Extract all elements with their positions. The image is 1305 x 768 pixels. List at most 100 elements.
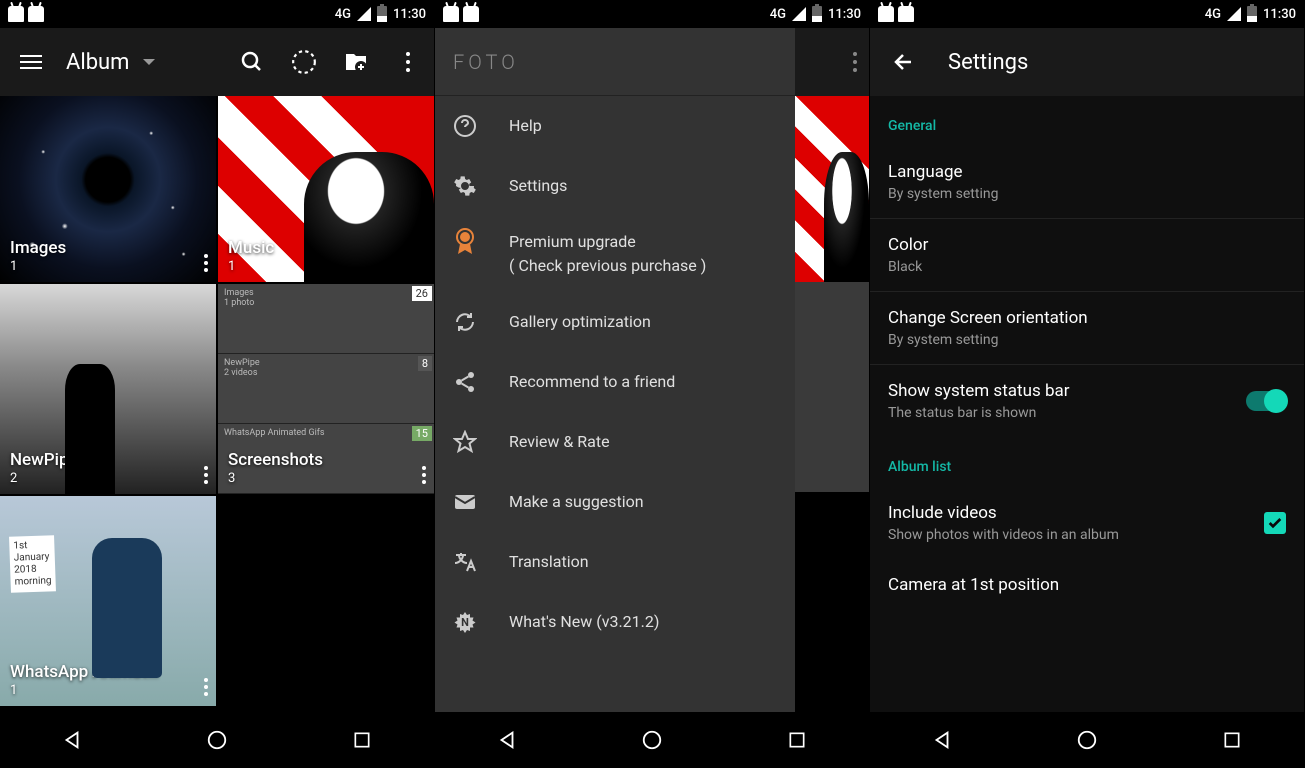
- battery-icon: [812, 6, 822, 22]
- notification-icon: [28, 6, 44, 22]
- clock-label: 11:30: [828, 7, 861, 22]
- album-count: 2: [10, 471, 78, 486]
- nav-recent-button[interactable]: [782, 725, 812, 755]
- nav-recent-button[interactable]: [347, 725, 377, 755]
- nav-back-button[interactable]: [927, 725, 957, 755]
- setting-language[interactable]: Language By system setting: [870, 146, 1304, 219]
- signal-icon: [792, 7, 806, 21]
- signal-icon: [1227, 7, 1241, 21]
- navigation-bar: [435, 712, 869, 768]
- notification-icon: [8, 6, 24, 22]
- app-bar: Album: [0, 28, 434, 96]
- nav-home-button[interactable]: [202, 725, 232, 755]
- network-label: 4G: [335, 7, 351, 22]
- screen-settings: 4G 11:30 Settings General Language By sy…: [870, 0, 1305, 768]
- settings-title: Settings: [948, 50, 1028, 75]
- drawer-item-whatsnew[interactable]: N What's New (v3.21.2): [435, 592, 795, 652]
- battery-icon: [377, 6, 387, 22]
- drawer-item-premium[interactable]: Premium upgrade ( Check previous purchas…: [435, 216, 795, 292]
- album-count: 1: [10, 259, 66, 274]
- status-bar: 4G 11:30: [870, 0, 1304, 28]
- notification-icon: [443, 6, 459, 22]
- album-more-button[interactable]: [204, 678, 208, 696]
- album-name: Screenshots: [228, 450, 323, 470]
- album-name: Music: [228, 238, 274, 258]
- drawer-logo: FOTO: [435, 28, 795, 96]
- nav-back-button[interactable]: [57, 725, 87, 755]
- album-name: Images: [10, 238, 66, 258]
- drawer-item-suggestion[interactable]: Make a suggestion: [435, 472, 795, 532]
- overflow-menu-button[interactable]: [853, 52, 857, 72]
- status-bar: 4G 11:30: [0, 0, 434, 28]
- gear-icon: [453, 174, 477, 198]
- network-label: 4G: [770, 7, 786, 22]
- search-button[interactable]: [238, 48, 266, 76]
- nav-recent-button[interactable]: [1217, 725, 1247, 755]
- status-bar: 4G 11:30: [435, 0, 869, 28]
- menu-button[interactable]: [12, 47, 50, 77]
- clock-label: 11:30: [393, 7, 426, 22]
- badge-icon: [453, 230, 477, 254]
- drawer-item-gallery-opt[interactable]: Gallery optimization: [435, 292, 795, 352]
- notification-icon: [878, 6, 894, 22]
- album-grid: Images 1 Music 1 NewPipe 2 Images1 photo…: [0, 96, 434, 712]
- settings-app-bar: Settings: [870, 28, 1304, 96]
- toggle-status-bar[interactable]: [1246, 391, 1286, 411]
- setting-color[interactable]: Color Black: [870, 219, 1304, 292]
- album-more-button[interactable]: [204, 466, 208, 484]
- album-count: 3: [228, 471, 323, 486]
- album-tile-images[interactable]: Images 1: [0, 96, 216, 282]
- translate-icon: [453, 550, 477, 574]
- album-more-button[interactable]: [422, 466, 426, 484]
- notification-icon: [898, 6, 914, 22]
- network-label: 4G: [1205, 7, 1221, 22]
- overflow-menu-button[interactable]: [394, 48, 422, 76]
- clock-label: 11:30: [1263, 7, 1296, 22]
- sync-icon: [453, 310, 477, 334]
- album-name: WhatsApp Animat…: [10, 662, 159, 682]
- album-more-button[interactable]: [204, 254, 208, 272]
- aperture-icon[interactable]: [290, 48, 318, 76]
- album-tile-newpipe[interactable]: NewPipe 2: [0, 284, 216, 494]
- svg-text:N: N: [461, 616, 469, 629]
- screen-drawer: 4G 11:30 FOTO Help Settings Premium upgr: [435, 0, 870, 768]
- album-more-button[interactable]: [422, 254, 426, 272]
- setting-include-videos[interactable]: Include videos Show photos with videos i…: [870, 487, 1304, 559]
- drawer-item-review[interactable]: Review & Rate: [435, 412, 795, 472]
- share-icon: [453, 370, 477, 394]
- setting-status-bar[interactable]: Show system status bar The status bar is…: [870, 365, 1304, 437]
- battery-icon: [1247, 6, 1257, 22]
- album-tile-screenshots[interactable]: Images1 photo26 NewPipe2 videos8 WhatsAp…: [218, 284, 434, 494]
- dropdown-arrow-icon[interactable]: [143, 59, 155, 65]
- nav-back-button[interactable]: [492, 725, 522, 755]
- new-icon: N: [453, 610, 477, 634]
- drawer-item-help[interactable]: Help: [435, 96, 795, 156]
- nav-drawer: FOTO Help Settings Premium upgrade ( Che…: [435, 28, 795, 712]
- nav-home-button[interactable]: [637, 725, 667, 755]
- section-album-list: Album list: [870, 437, 1304, 487]
- drawer-item-settings[interactable]: Settings: [435, 156, 795, 216]
- back-button[interactable]: [886, 44, 922, 80]
- notification-icon: [463, 6, 479, 22]
- star-icon: [453, 430, 477, 454]
- note-text: 1st January 2018 morning: [9, 535, 56, 593]
- checkbox-include-videos[interactable]: [1264, 512, 1286, 534]
- mail-icon: [453, 490, 477, 514]
- album-count: 1: [228, 259, 274, 274]
- setting-camera-position[interactable]: Camera at 1st position: [870, 559, 1304, 611]
- section-general: General: [870, 96, 1304, 146]
- signal-icon: [357, 7, 371, 21]
- album-tile-music[interactable]: Music 1: [218, 96, 434, 282]
- nav-home-button[interactable]: [1072, 725, 1102, 755]
- help-icon: [453, 114, 477, 138]
- album-count: 1: [10, 683, 159, 698]
- settings-list[interactable]: General Language By system setting Color…: [870, 96, 1304, 712]
- drawer-item-recommend[interactable]: Recommend to a friend: [435, 352, 795, 412]
- setting-orientation[interactable]: Change Screen orientation By system sett…: [870, 292, 1304, 365]
- album-tile-whatsapp[interactable]: 1st January 2018 morning WhatsApp Animat…: [0, 496, 216, 706]
- drawer-item-translation[interactable]: Translation: [435, 532, 795, 592]
- add-folder-button[interactable]: [342, 48, 370, 76]
- navigation-bar: [0, 712, 434, 768]
- album-name: NewPipe: [10, 450, 78, 470]
- screen-title[interactable]: Album: [66, 50, 129, 75]
